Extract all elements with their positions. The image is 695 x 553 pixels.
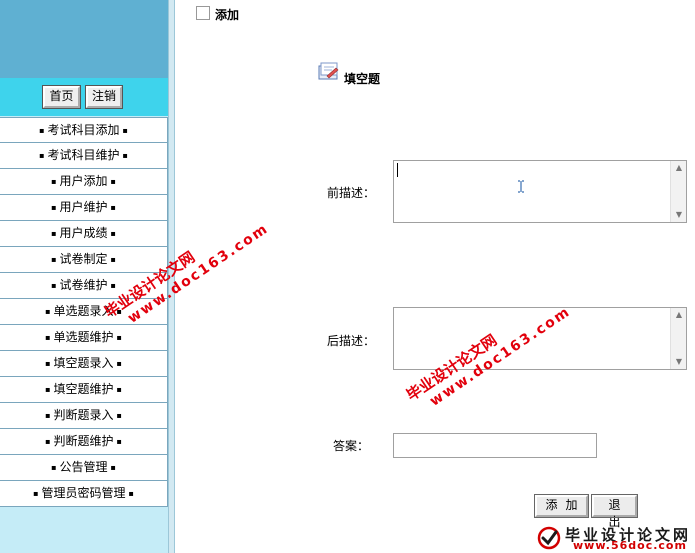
bullet-icon: ▪ bbox=[39, 150, 45, 160]
bullet-icon: ▪ bbox=[110, 280, 116, 290]
bullet-icon: ▪ bbox=[45, 384, 51, 394]
back-description-label: 后描述： bbox=[327, 334, 376, 348]
scroll-down-icon[interactable]: ▼ bbox=[673, 209, 685, 221]
site-logo-url: www.56doc.com bbox=[573, 539, 687, 552]
bullet-icon: ▪ bbox=[116, 410, 122, 420]
bullet-icon: ▪ bbox=[33, 488, 39, 498]
sidebar-menu-item-label: 考试科目维护 bbox=[47, 148, 120, 162]
text-cursor-icon bbox=[518, 180, 524, 193]
bullet-icon: ▪ bbox=[45, 358, 51, 368]
bullet-icon: ▪ bbox=[116, 436, 122, 446]
bullet-icon: ▪ bbox=[51, 202, 57, 212]
scroll-up-icon[interactable]: ▲ bbox=[673, 162, 685, 174]
sidebar-menu-item-label: 填空题维护 bbox=[53, 382, 114, 396]
bullet-icon: ▪ bbox=[116, 384, 122, 394]
bullet-icon: ▪ bbox=[122, 125, 128, 135]
sidebar-menu-item-label: 用户添加 bbox=[59, 174, 108, 188]
bullet-icon: ▪ bbox=[51, 462, 57, 472]
fill-blank-icon bbox=[318, 62, 339, 80]
sidebar-menu-item-label: 用户成绩 bbox=[59, 226, 108, 240]
front-description-scrollbar[interactable]: ▲ ▼ bbox=[670, 161, 686, 222]
bullet-icon: ▪ bbox=[116, 358, 122, 368]
home-button[interactable]: 首页 bbox=[42, 85, 81, 109]
bullet-icon: ▪ bbox=[110, 202, 116, 212]
bullet-icon: ▪ bbox=[110, 462, 116, 472]
bullet-icon: ▪ bbox=[110, 254, 116, 264]
bullet-icon: ▪ bbox=[122, 150, 128, 160]
sidebar-menu-item[interactable]: ▪ 单选题维护 ▪ bbox=[0, 325, 168, 351]
answer-label: 答案： bbox=[333, 439, 370, 453]
site-logo-icon bbox=[537, 526, 561, 550]
logout-button[interactable]: 注销 bbox=[85, 85, 123, 109]
front-description-label: 前描述： bbox=[327, 186, 376, 200]
add-label: 添加 bbox=[215, 8, 240, 22]
sidebar-menu-item-label: 公告管理 bbox=[59, 460, 108, 474]
bullet-icon: ▪ bbox=[51, 280, 57, 290]
sidebar-button-bar bbox=[0, 78, 168, 116]
sidebar-menu-item[interactable]: ▪ 考试科目添加 ▪ bbox=[0, 117, 168, 143]
sidebar-menu-item[interactable]: ▪ 用户添加 ▪ bbox=[0, 169, 168, 195]
sidebar-menu-item[interactable]: ▪ 管理员密码管理 ▪ bbox=[0, 481, 168, 507]
back-description-scrollbar[interactable]: ▲ ▼ bbox=[670, 308, 686, 369]
sidebar-menu-item-label: 判断题录入 bbox=[53, 408, 114, 422]
sidebar-menu-item[interactable]: ▪ 用户维护 ▪ bbox=[0, 195, 168, 221]
sidebar-menu-item-label: 判断题维护 bbox=[53, 434, 114, 448]
scroll-up-icon[interactable]: ▲ bbox=[673, 309, 685, 321]
section-title: 填空题 bbox=[344, 72, 381, 86]
bullet-icon: ▪ bbox=[51, 228, 57, 238]
sidebar-menu-item[interactable]: ▪ 判断题维护 ▪ bbox=[0, 429, 168, 455]
exit-button[interactable]: 退出 bbox=[591, 494, 638, 529]
sidebar-menu-item[interactable]: ▪ 试卷制定 ▪ bbox=[0, 247, 168, 273]
front-description-field[interactable]: ▲ ▼ bbox=[393, 160, 687, 223]
bullet-icon: ▪ bbox=[45, 436, 51, 446]
bullet-icon: ▪ bbox=[110, 228, 116, 238]
bullet-icon: ▪ bbox=[39, 125, 45, 135]
sidebar-menu-item-label: 填空题录入 bbox=[53, 356, 114, 370]
site-logo: 毕业设计论文网 www.56doc.com bbox=[533, 522, 695, 553]
bullet-icon: ▪ bbox=[45, 410, 51, 420]
text-caret bbox=[397, 163, 398, 177]
answer-input[interactable] bbox=[393, 433, 597, 458]
sidebar-menu-item[interactable]: ▪ 考试科目维护 ▪ bbox=[0, 143, 168, 169]
bullet-icon: ▪ bbox=[45, 306, 51, 316]
sidebar-menu-item[interactable]: ▪ 填空题维护 ▪ bbox=[0, 377, 168, 403]
bullet-icon: ▪ bbox=[51, 254, 57, 264]
sidebar-menu-item-label: 试卷制定 bbox=[59, 252, 108, 266]
sidebar-menu-item[interactable]: ▪ 判断题录入 ▪ bbox=[0, 403, 168, 429]
sidebar-menu-item-label: 管理员密码管理 bbox=[41, 486, 126, 500]
sidebar-menu-item[interactable]: ▪ 填空题录入 ▪ bbox=[0, 351, 168, 377]
sidebar-menu-item-label: 单选题维护 bbox=[53, 330, 114, 344]
add-checkbox[interactable] bbox=[196, 6, 210, 20]
sidebar-menu-item-label: 试卷维护 bbox=[59, 278, 108, 292]
add-submit-button[interactable]: 添加 bbox=[534, 494, 589, 518]
sidebar-menu-item-label: 考试科目添加 bbox=[47, 123, 120, 137]
front-description-textarea[interactable] bbox=[394, 161, 670, 222]
sidebar-menu-item[interactable]: ▪ 公告管理 ▪ bbox=[0, 455, 168, 481]
sidebar-menu-item-label: 用户维护 bbox=[59, 200, 108, 214]
bullet-icon: ▪ bbox=[128, 488, 134, 498]
bullet-icon: ▪ bbox=[110, 176, 116, 186]
sidebar-menu-item[interactable]: ▪ 用户成绩 ▪ bbox=[0, 221, 168, 247]
sidebar-header-banner bbox=[0, 0, 168, 78]
scroll-down-icon[interactable]: ▼ bbox=[673, 356, 685, 368]
bullet-icon: ▪ bbox=[51, 176, 57, 186]
bullet-icon: ▪ bbox=[45, 332, 51, 342]
